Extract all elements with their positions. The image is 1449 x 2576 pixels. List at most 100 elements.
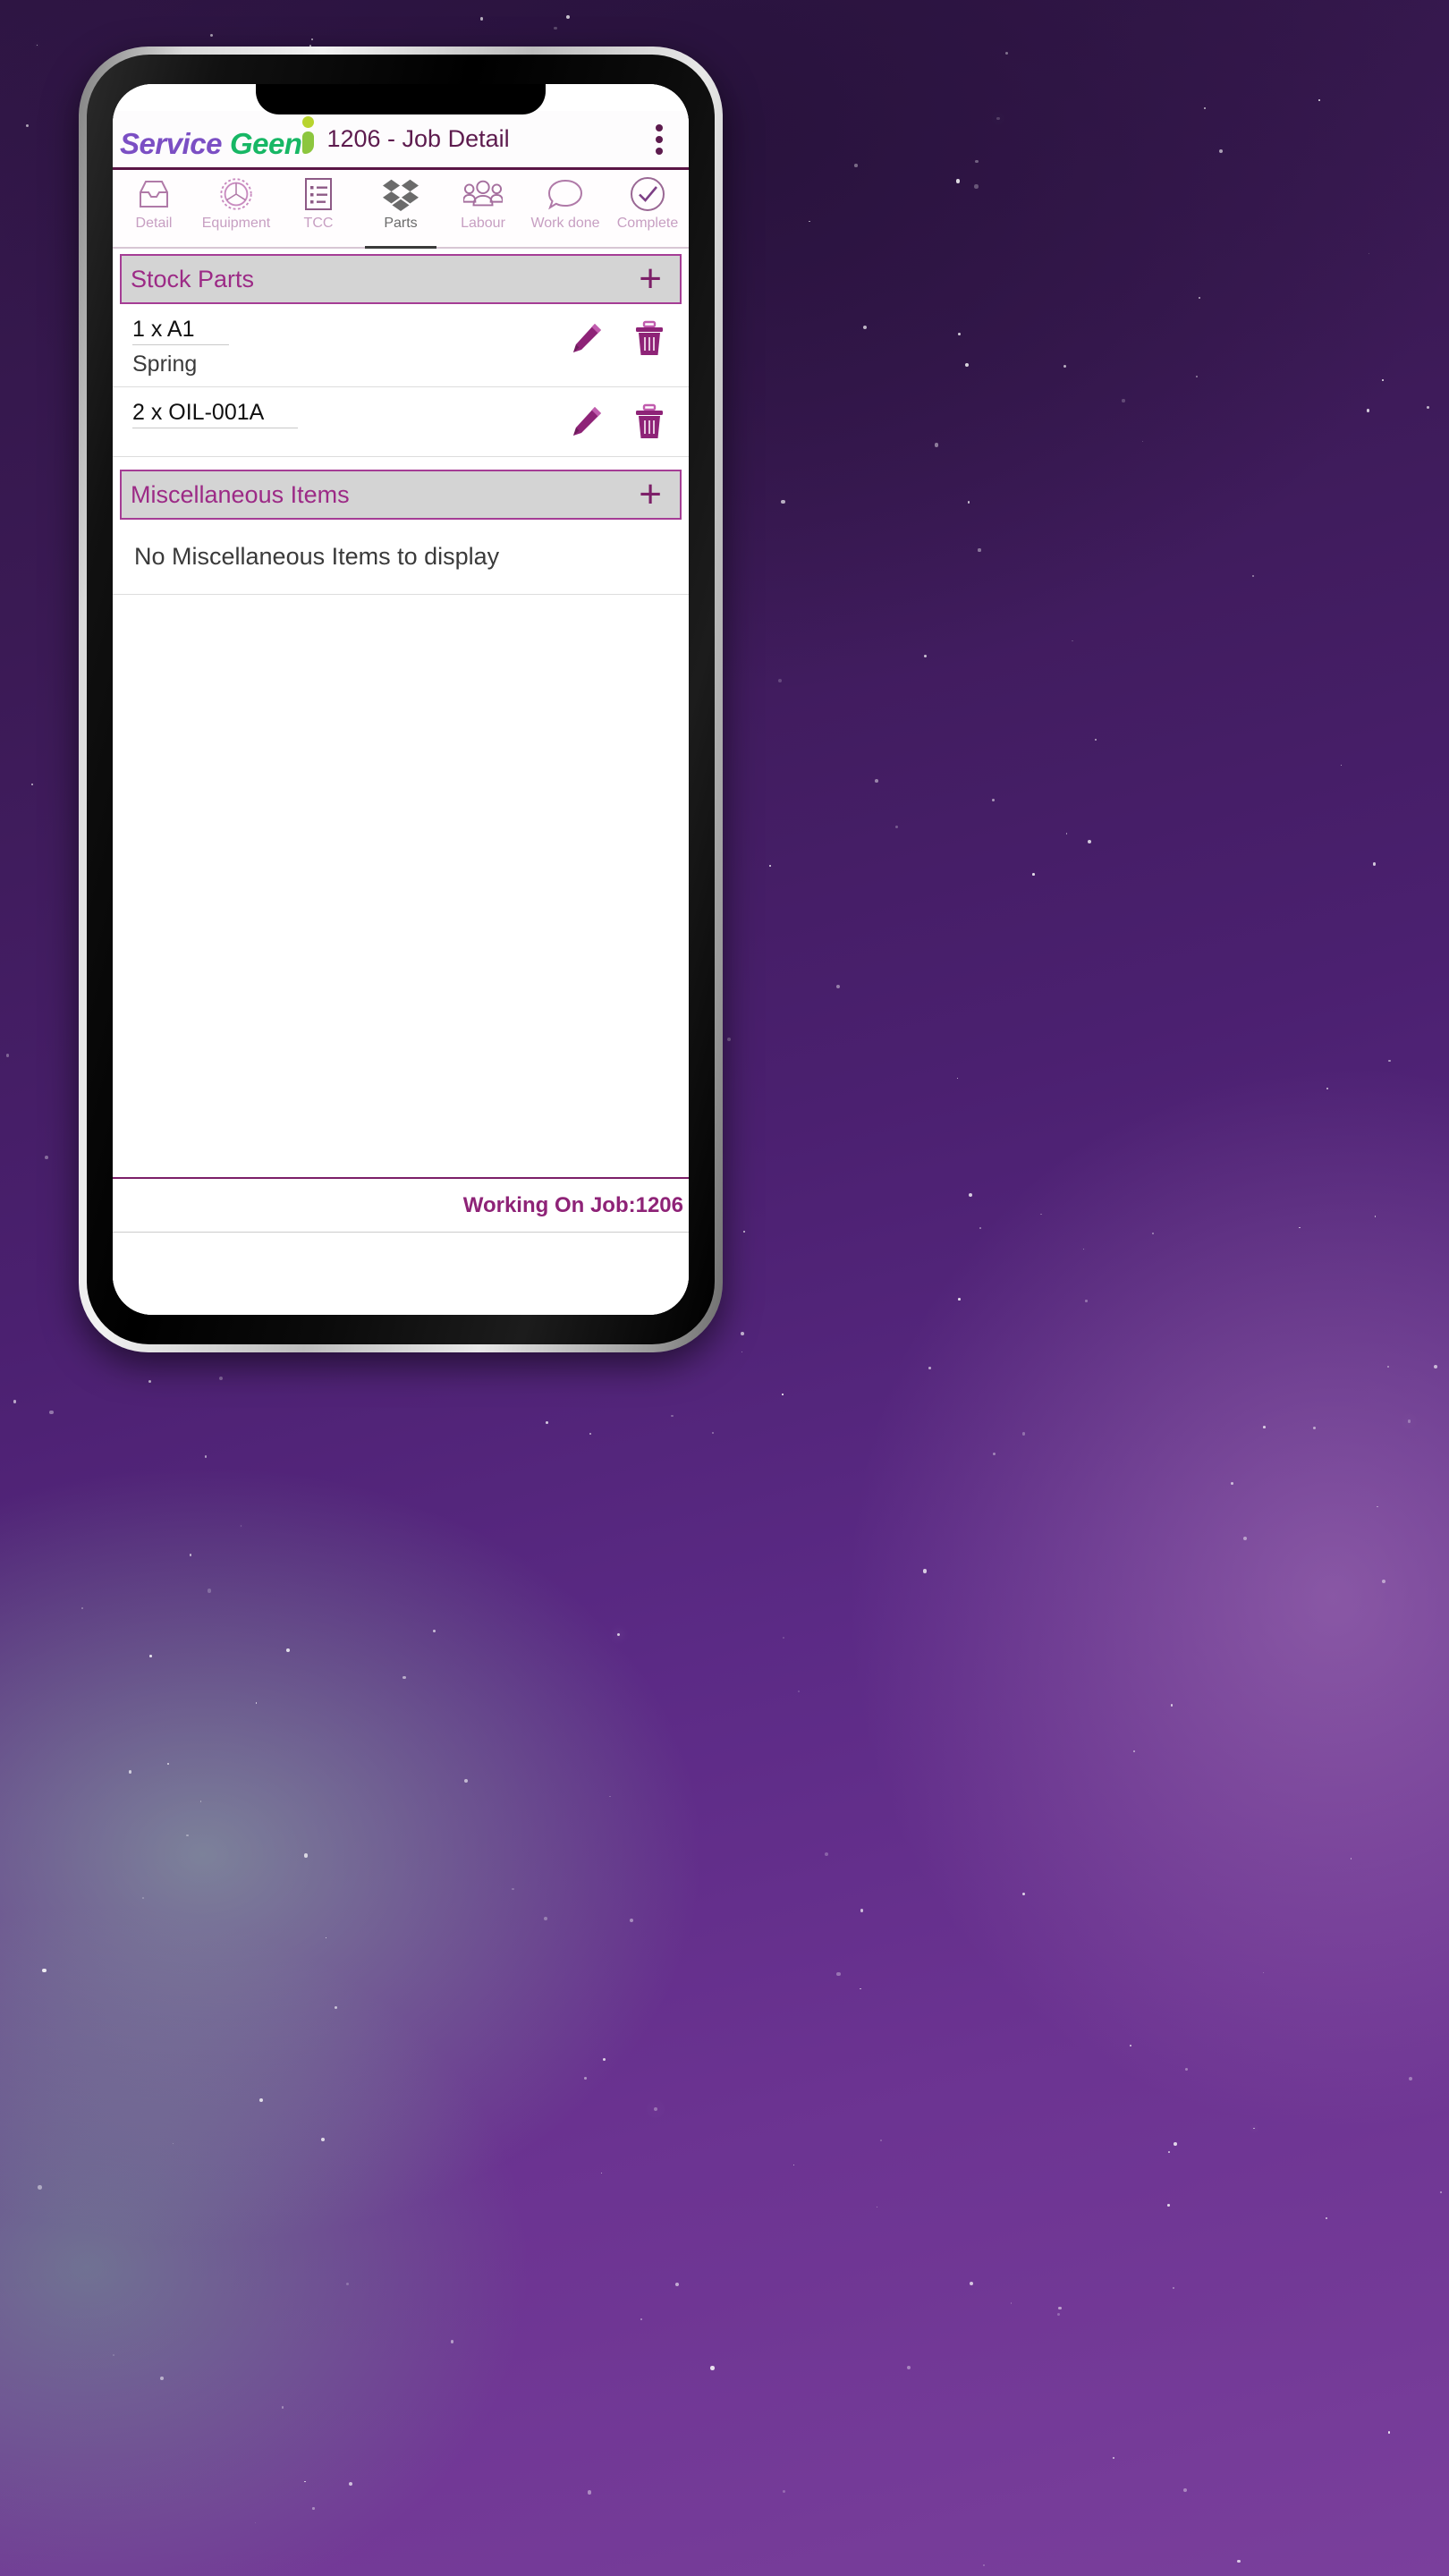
star-dot [974, 184, 979, 189]
star-dot [543, 1916, 547, 1921]
tab-tcc[interactable]: TCC [277, 170, 360, 247]
star-dot [554, 27, 557, 30]
star-dot [1242, 1536, 1248, 1541]
star-dot [207, 1589, 212, 1593]
star-dot [49, 1410, 54, 1415]
star-dot [1408, 2077, 1413, 2081]
bottom-navigation-pad [113, 1233, 689, 1315]
star-dot [781, 499, 785, 504]
star-dot [1182, 2487, 1188, 2493]
star-dot [922, 1569, 928, 1573]
star-dot [45, 1155, 49, 1159]
tab-work-done[interactable]: Work done [524, 170, 606, 247]
star-dot [967, 501, 970, 504]
stock-parts-header[interactable]: Stock Parts + [120, 254, 682, 304]
add-stock-part-button[interactable]: + [633, 259, 667, 299]
table-row[interactable]: 2 x OIL-001A [113, 387, 689, 457]
star-dot [479, 17, 484, 21]
parts-boxes-icon [382, 175, 419, 213]
status-badge: Working On Job:1206 [462, 1192, 683, 1217]
tab-labour[interactable]: Labour [442, 170, 524, 247]
part-quantity-code: 2 x OIL-001A [132, 400, 299, 428]
star-dot [860, 1909, 864, 1912]
star-dot [1040, 1213, 1043, 1216]
star-dot [199, 1800, 202, 1802]
star-dot [1174, 2142, 1177, 2146]
star-dot [204, 1455, 208, 1458]
people-group-icon [463, 175, 503, 213]
star-dot [924, 655, 928, 658]
star-dot [38, 2185, 43, 2190]
star-dot [797, 1690, 800, 1692]
tab-detail[interactable]: Detail [113, 170, 195, 247]
star-dot [992, 1452, 996, 1455]
star-dot [1368, 252, 1370, 255]
trash-icon[interactable] [631, 403, 667, 445]
star-dot [320, 2138, 325, 2142]
star-dot [1057, 2306, 1062, 2310]
part-info: 1 x A1 Spring [132, 317, 567, 377]
star-dot [1063, 364, 1067, 369]
star-dot [1056, 2312, 1060, 2316]
star-dot [835, 985, 840, 989]
star-dot [1407, 1419, 1411, 1423]
tab-parts[interactable]: Parts [360, 170, 442, 249]
table-row[interactable]: 1 x A1 Spring [113, 304, 689, 387]
tab-label: Parts [384, 216, 418, 231]
star-dot [31, 783, 34, 785]
star-dot [1434, 1364, 1438, 1368]
pencil-icon[interactable] [567, 320, 605, 362]
gear-icon [217, 175, 255, 213]
star-dot [81, 1606, 84, 1609]
star-dot [600, 2173, 602, 2174]
part-quantity-code: 1 x A1 [132, 317, 229, 345]
star-dot [565, 14, 571, 19]
star-dot [42, 1968, 47, 1973]
star-dot [1230, 1482, 1233, 1486]
trash-icon[interactable] [631, 320, 667, 362]
star-dot [969, 1192, 973, 1197]
star-dot [768, 865, 771, 868]
star-dot [1021, 1432, 1026, 1436]
star-dot [934, 443, 938, 447]
service-geeni-app: Service Geen 1206 - Job Detail Detail Eq… [113, 84, 689, 1315]
star-dot [1312, 1427, 1316, 1430]
star-dot [402, 1675, 406, 1680]
section-title: Stock Parts [131, 265, 255, 292]
miscellaneous-items-header[interactable]: Miscellaneous Items + [120, 470, 682, 520]
star-dot [955, 179, 961, 183]
tab-equipment[interactable]: Equipment [195, 170, 277, 247]
service-geeni-logo: Service Geen [120, 115, 315, 161]
star-dot [255, 1702, 257, 1704]
add-miscellaneous-item-button[interactable]: + [633, 475, 667, 514]
star-dot [1005, 52, 1009, 55]
star-dot [982, 2563, 986, 2567]
phone-device-frame: Service Geen 1206 - Job Detail Detail Eq… [79, 47, 723, 1352]
star-dot [742, 1231, 745, 1233]
star-dot [464, 1778, 469, 1783]
star-dot [996, 116, 1000, 121]
more-vertical-icon[interactable] [644, 116, 674, 163]
star-dot [957, 333, 961, 336]
star-dot [824, 1852, 829, 1857]
star-dot [1141, 441, 1143, 443]
star-dot [894, 825, 899, 828]
star-dot [149, 1655, 152, 1657]
star-dot [1167, 2203, 1171, 2207]
pencil-icon[interactable] [567, 403, 605, 445]
star-dot [209, 33, 214, 37]
geeni-figure-icon [302, 115, 315, 154]
app-header: Service Geen 1206 - Job Detail [113, 111, 689, 170]
phone-bezel: Service Geen 1206 - Job Detail Detail Eq… [87, 55, 715, 1344]
section-title: Miscellaneous Items [131, 480, 350, 508]
star-dot [311, 38, 314, 40]
star-dot [778, 678, 783, 682]
star-dot [1340, 764, 1342, 767]
star-dot [349, 2482, 353, 2487]
star-dot [640, 2318, 643, 2321]
tab-label: TCC [303, 216, 334, 231]
star-dot [1129, 2044, 1132, 2047]
star-dot [956, 1077, 959, 1080]
star-dot [173, 2142, 174, 2144]
tab-complete[interactable]: Complete [606, 170, 689, 247]
